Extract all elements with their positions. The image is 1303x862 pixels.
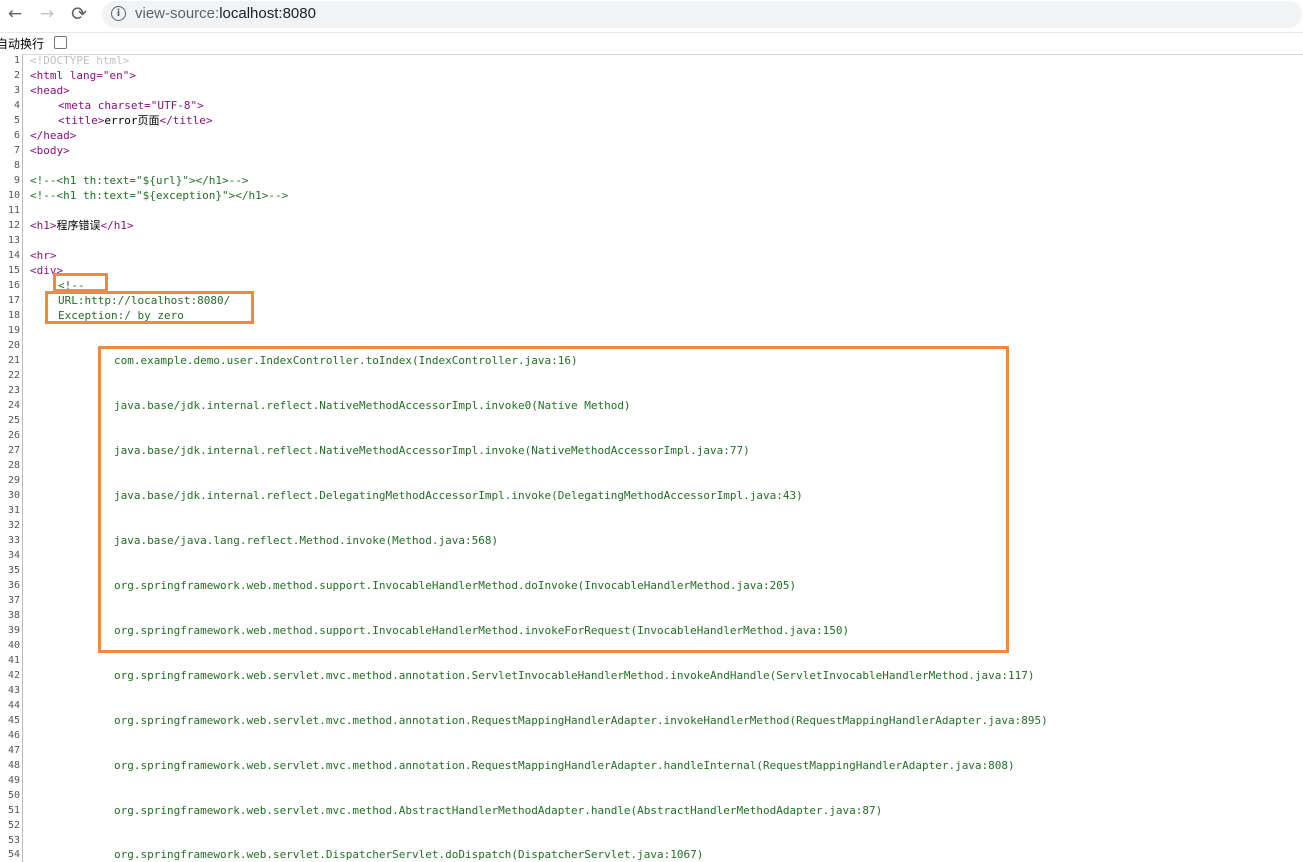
line-number: 26 xyxy=(7,430,20,441)
line-number: 35 xyxy=(7,565,20,576)
line-number: 15 xyxy=(7,265,20,276)
html-open-tag: <html lang="en"> xyxy=(30,69,136,82)
line-wrap-checkbox[interactable] xyxy=(54,36,67,49)
line-number: 13 xyxy=(7,235,20,246)
line-wrap-label: 自动换行 xyxy=(0,37,45,51)
line-number: 37 xyxy=(7,595,20,606)
line-number: 30 xyxy=(7,490,20,501)
title-text: error页面 xyxy=(104,114,160,127)
line-number: 27 xyxy=(7,445,20,456)
line-number: 2 xyxy=(13,70,20,81)
line-number: 20 xyxy=(7,340,20,351)
line-number: 52 xyxy=(7,820,20,831)
exception-comment: <!--<h1 th:text="${exception}"></h1>--> xyxy=(30,189,289,202)
line-number: 42 xyxy=(7,670,20,681)
address-bar[interactable]: i view-source:localhost:8080 xyxy=(102,1,1302,28)
line-number: 29 xyxy=(7,475,20,486)
h1-text: 程序错误 xyxy=(56,219,101,232)
url-comment: <!--<h1 th:text="${url}"></h1>--> xyxy=(30,174,249,187)
line-number: 1 xyxy=(13,55,20,66)
line-number: 7 xyxy=(13,145,20,156)
line-number: 4 xyxy=(13,100,20,111)
line-number: 25 xyxy=(7,415,20,426)
line-number: 44 xyxy=(7,700,20,711)
line-number: 19 xyxy=(7,325,20,336)
hr-tag: <hr> xyxy=(30,249,57,262)
line-number: 38 xyxy=(7,610,20,621)
line-number: 3 xyxy=(13,85,20,96)
line-number: 32 xyxy=(7,520,20,531)
line-number: 45 xyxy=(7,715,20,726)
highlight-comment-start xyxy=(53,273,108,292)
browser-toolbar: ← → ⟳ i view-source:localhost:8080 xyxy=(0,0,1303,29)
h1-open-tag: <h1> xyxy=(30,219,57,232)
line-number: 50 xyxy=(7,790,20,801)
line-number: 41 xyxy=(7,655,20,666)
line-number: 11 xyxy=(7,205,20,216)
h1-element: <h1>程序错误</h1> xyxy=(30,218,134,233)
line-number: 5 xyxy=(13,115,20,126)
url-scheme: view-source: xyxy=(135,5,220,22)
line-number: 17 xyxy=(7,295,20,306)
line-number: 40 xyxy=(7,640,20,651)
line-number: 47 xyxy=(7,745,20,756)
highlight-url-exception xyxy=(45,291,254,324)
title-element: <title>error页面</title> xyxy=(58,113,212,128)
line-number: 28 xyxy=(7,460,20,471)
line-number: 53 xyxy=(7,835,20,846)
stack-frame: org.springframework.web.servlet.mvc.meth… xyxy=(114,669,1035,682)
reload-icon[interactable]: ⟳ xyxy=(68,3,90,25)
info-icon[interactable]: i xyxy=(111,6,126,21)
stack-frame: org.springframework.web.servlet.mvc.meth… xyxy=(114,714,1048,727)
line-number: 33 xyxy=(7,535,20,546)
line-number: 49 xyxy=(7,775,20,786)
line-number: 21 xyxy=(7,355,20,366)
stack-frame: org.springframework.web.servlet.Dispatch… xyxy=(114,848,704,861)
line-number: 6 xyxy=(13,130,20,141)
url-host: localhost:8080 xyxy=(219,5,316,22)
line-number: 36 xyxy=(7,580,20,591)
line-number: 12 xyxy=(7,220,20,231)
line-number: 24 xyxy=(7,400,20,411)
line-number: 23 xyxy=(7,385,20,396)
line-number: 46 xyxy=(7,730,20,741)
line-number: 16 xyxy=(7,280,20,291)
head-close-tag: </head> xyxy=(30,129,77,142)
line-number: 8 xyxy=(13,160,20,171)
line-number: 10 xyxy=(7,190,20,201)
url-text: view-source:localhost:8080 xyxy=(135,5,316,22)
line-number: 31 xyxy=(7,505,20,516)
line-number: 9 xyxy=(13,175,20,186)
forward-icon[interactable]: → xyxy=(36,3,58,25)
line-number: 18 xyxy=(7,310,20,321)
line-number: 51 xyxy=(7,805,20,816)
head-open-tag: <head> xyxy=(30,84,70,97)
back-icon[interactable]: ← xyxy=(4,3,26,25)
line-number: 54 xyxy=(7,849,20,860)
line-number: 34 xyxy=(7,550,20,561)
meta-tag: <meta charset="UTF-8"> xyxy=(58,99,204,112)
stack-frame: org.springframework.web.servlet.mvc.meth… xyxy=(114,759,1015,772)
line-number: 14 xyxy=(7,250,20,261)
title-open-tag: <title> xyxy=(58,114,105,127)
line-wrap-bar: 自动换行 xyxy=(0,32,1303,55)
line-number: 48 xyxy=(7,760,20,771)
doctype-text: <!DOCTYPE html> xyxy=(30,54,130,67)
stack-frame: org.springframework.web.servlet.mvc.meth… xyxy=(114,804,883,817)
line-number: 39 xyxy=(7,625,20,636)
h1-close-tag: </h1> xyxy=(100,219,134,232)
title-close-tag: </title> xyxy=(159,114,213,127)
body-open-tag: <body> xyxy=(30,144,70,157)
highlight-stack-trace xyxy=(98,346,1009,653)
line-number: 22 xyxy=(7,370,20,381)
line-number: 43 xyxy=(7,685,20,696)
